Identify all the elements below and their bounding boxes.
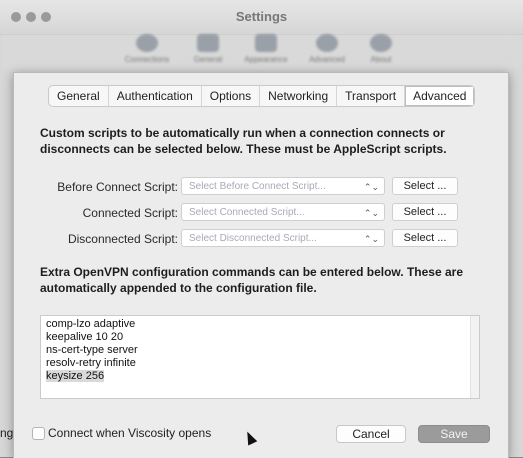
toolbar-about[interactable]: About xyxy=(354,34,408,64)
chevron-updown-icon: ⌃⌄ xyxy=(363,208,379,218)
select-placeholder: Select Before Connect Script... xyxy=(189,181,326,192)
tab-transport[interactable]: Transport xyxy=(337,86,406,106)
toolbar-label: Connections xyxy=(124,55,170,64)
toolbar-general[interactable]: General xyxy=(181,34,235,64)
scripts-description: Custom scripts to be automatically run w… xyxy=(40,126,447,156)
connection-editor-sheet: General Authentication Options Networkin… xyxy=(13,72,509,458)
before-connect-script-select[interactable]: Select Before Connect Script... ⌃⌄ xyxy=(181,177,385,195)
connected-select-button[interactable]: Select ... xyxy=(392,203,458,221)
globe-icon xyxy=(136,34,158,52)
disconnected-script-row: Disconnected Script: Select Disconnected… xyxy=(14,229,508,249)
toolbar-label: About xyxy=(370,55,392,64)
disconnected-script-label: Disconnected Script: xyxy=(67,232,178,246)
cancel-button[interactable]: Cancel xyxy=(336,425,406,443)
select-placeholder: Select Disconnected Script... xyxy=(189,233,317,244)
select-placeholder: Select Connected Script... xyxy=(189,207,305,218)
disconnected-select-button[interactable]: Select ... xyxy=(392,229,458,247)
config-line-selected: keysize 256 xyxy=(46,370,474,383)
before-connect-select-button[interactable]: Select ... xyxy=(392,177,458,195)
tab-options[interactable]: Options xyxy=(202,86,261,106)
toolbar-label: Appearance xyxy=(244,55,288,64)
openvpn-config-textarea[interactable]: comp-lzo adaptive keepalive 10 20 ns-cer… xyxy=(40,315,480,399)
connected-script-label: Connected Script: xyxy=(82,206,178,220)
config-line: ns-cert-type server xyxy=(46,344,138,356)
chevron-updown-icon: ⌃⌄ xyxy=(363,234,379,244)
toolbar-connections[interactable]: Connections xyxy=(120,34,174,64)
connect-on-open-checkbox[interactable] xyxy=(32,427,45,440)
info-icon xyxy=(370,34,392,52)
before-connect-script-label: Before Connect Script: xyxy=(57,180,178,194)
tab-general[interactable]: General xyxy=(49,86,109,106)
config-line: resolv-retry infinite xyxy=(46,357,136,369)
config-line: comp-lzo adaptive xyxy=(46,318,136,330)
chevron-updown-icon: ⌃⌄ xyxy=(363,182,379,192)
before-connect-script-row: Before Connect Script: Select Before Con… xyxy=(14,177,508,197)
selected-text: keysize 256 xyxy=(46,370,105,382)
connect-on-open-label[interactable]: Connect when Viscosity opens xyxy=(48,426,211,440)
preferences-toolbar: Connections General Appearance Advanced … xyxy=(0,34,523,70)
switch-icon xyxy=(197,34,219,52)
window-title: Settings xyxy=(235,9,288,24)
connected-script-select[interactable]: Select Connected Script... ⌃⌄ xyxy=(181,203,385,221)
config-description: Extra OpenVPN configuration commands can… xyxy=(40,265,463,295)
config-line: keepalive 10 20 xyxy=(46,331,124,343)
toolbar-label: General xyxy=(193,55,223,64)
gear-icon xyxy=(316,34,338,52)
toolbar-advanced[interactable]: Advanced xyxy=(300,34,354,64)
tab-networking[interactable]: Networking xyxy=(260,86,338,106)
save-button[interactable]: Save xyxy=(418,425,490,443)
disconnected-script-select[interactable]: Select Disconnected Script... ⌃⌄ xyxy=(181,229,385,247)
tab-authentication[interactable]: Authentication xyxy=(109,86,202,106)
textarea-scrollbar[interactable] xyxy=(470,316,479,398)
connected-script-row: Connected Script: Select Connected Scrip… xyxy=(14,203,508,223)
monitor-icon xyxy=(255,34,277,52)
toolbar-appearance[interactable]: Appearance xyxy=(239,34,293,64)
tab-bar: General Authentication Options Networkin… xyxy=(48,85,476,107)
tab-advanced[interactable]: Advanced xyxy=(405,86,475,106)
window-titlebar: Settings xyxy=(0,0,523,35)
toolbar-label: Advanced xyxy=(309,55,345,64)
